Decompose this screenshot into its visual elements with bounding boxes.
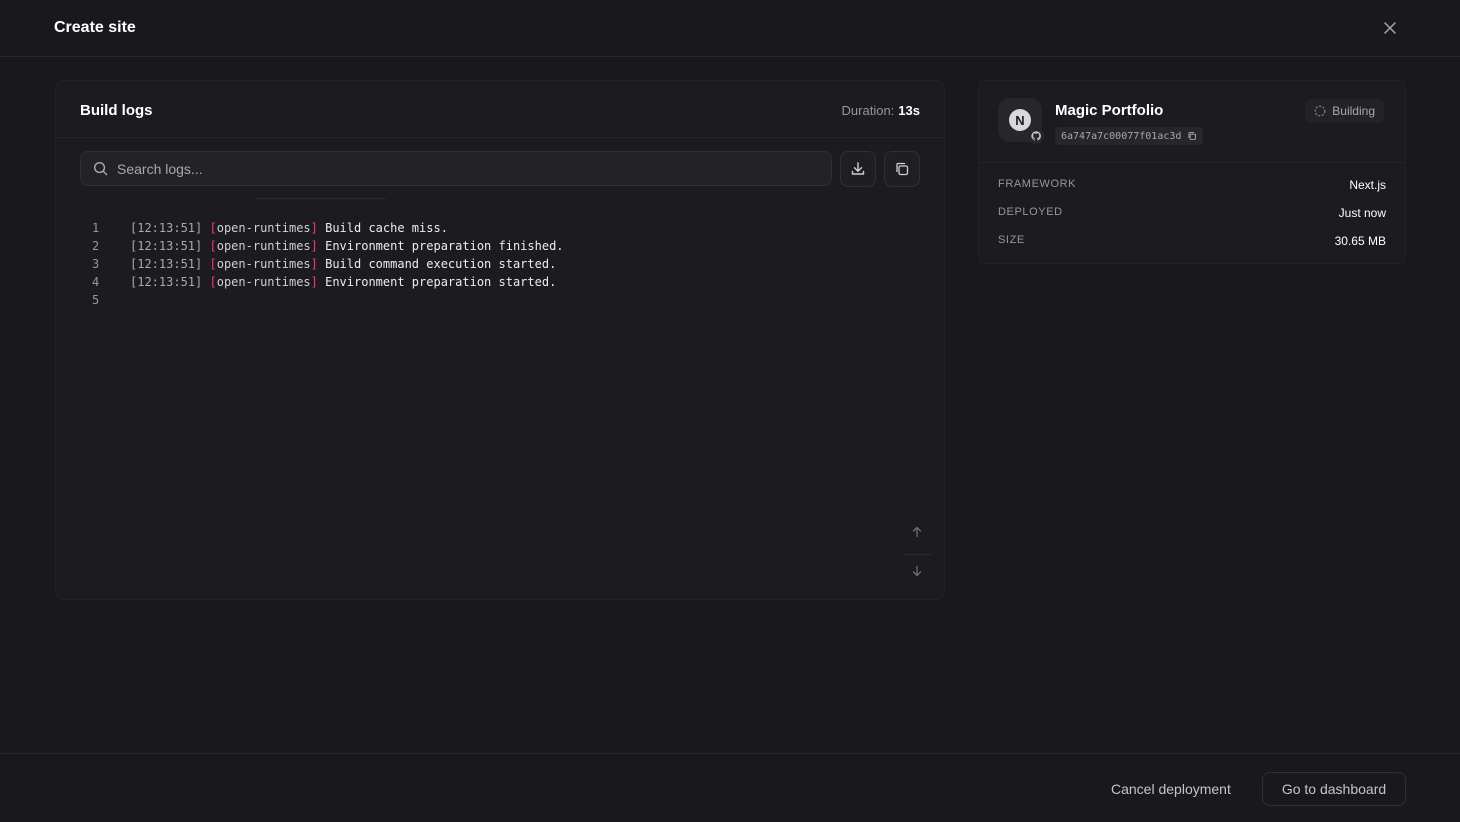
modal-title: Create site <box>54 19 136 36</box>
bracket-open: [ <box>209 257 217 271</box>
framework-avatar: N <box>998 98 1044 144</box>
nextjs-icon: N <box>1009 109 1031 131</box>
close-button[interactable] <box>1380 18 1400 38</box>
site-name: Magic Portfolio <box>1055 102 1164 119</box>
info-row-framework: FRAMEWORK Next.js <box>998 178 1386 192</box>
line-number: 5 <box>92 293 100 307</box>
log-output: 1 [12:13:51] [open-runtimes] Build cache… <box>80 219 564 309</box>
bracket-open: [ <box>209 221 217 235</box>
deployment-info-card: N Magic Portfolio 6a747a7c00077f01ac3d B… <box>978 80 1406 264</box>
close-icon <box>1384 22 1396 34</box>
info-value: Next.js <box>1349 178 1386 192</box>
divider <box>56 137 944 138</box>
scroll-bottom-button[interactable] <box>902 558 932 584</box>
copy-commit-button[interactable] <box>1187 131 1197 141</box>
search-logs-field[interactable] <box>80 151 832 186</box>
log-line: 2 [12:13:51] [open-runtimes] Environment… <box>80 237 564 255</box>
arrow-down-icon <box>912 565 922 577</box>
modal-header: Create site <box>0 0 1460 57</box>
log-message: Environment preparation started. <box>325 275 557 289</box>
bracket-close: ] <box>310 275 318 289</box>
info-value: Just now <box>1338 206 1386 220</box>
log-line: 3 [12:13:51] [open-runtimes] Build comma… <box>80 255 564 273</box>
line-number: 2 <box>92 239 100 253</box>
status-badge: Building <box>1305 99 1384 123</box>
line-number: 1 <box>92 221 100 235</box>
github-icon <box>1031 131 1041 141</box>
build-logs-card: Build logs Duration:13s 1 [12:13:51] [op… <box>55 80 945 600</box>
info-key: SIZE <box>998 234 1025 246</box>
commit-hash: 6a747a7c00077f01ac3d <box>1055 127 1204 145</box>
copy-icon <box>896 162 909 176</box>
log-source: open-runtimes <box>216 239 311 253</box>
bracket-close: ] <box>310 239 318 253</box>
info-key: DEPLOYED <box>998 206 1063 218</box>
commit-hash-text: 6a747a7c00077f01ac3d <box>1061 130 1182 142</box>
divider <box>902 554 932 555</box>
info-key: FRAMEWORK <box>998 178 1077 190</box>
log-line: 5 <box>80 291 564 309</box>
go-to-dashboard-button[interactable]: Go to dashboard <box>1262 772 1406 806</box>
scroll-top-button[interactable] <box>902 519 932 545</box>
info-row-deployed: DEPLOYED Just now <box>998 206 1386 220</box>
log-source: open-runtimes <box>216 221 311 235</box>
log-line: 4 [12:13:51] [open-runtimes] Environment… <box>80 273 564 291</box>
log-source: open-runtimes <box>216 257 311 271</box>
search-icon <box>93 161 108 176</box>
copy-logs-button[interactable] <box>884 151 920 187</box>
loading-icon <box>1314 105 1326 117</box>
modal-footer: Cancel deployment Go to dashboard <box>0 753 1460 822</box>
bracket-close: ] <box>310 257 318 271</box>
line-number: 3 <box>92 257 100 271</box>
log-timestamp: [12:13:51] <box>130 239 203 253</box>
duration-value: 13s <box>898 103 920 118</box>
download-icon <box>851 162 865 175</box>
info-row-size: SIZE 30.65 MB <box>998 234 1386 248</box>
bracket-open: [ <box>209 275 217 289</box>
log-timestamp: [12:13:51] <box>130 257 203 271</box>
arrow-up-icon <box>912 526 922 538</box>
search-logs-input[interactable] <box>117 160 797 177</box>
site-summary: N Magic Portfolio 6a747a7c00077f01ac3d B… <box>979 81 1405 163</box>
divider <box>256 198 386 199</box>
duration: Duration: 13s <box>842 103 920 118</box>
bracket-open: [ <box>209 239 217 253</box>
line-number: 4 <box>92 275 100 289</box>
log-message: Environment preparation finished. <box>325 239 564 253</box>
build-logs-title: Build logs <box>80 102 153 119</box>
status-text: Building <box>1332 104 1375 118</box>
log-timestamp: [12:13:51] <box>130 275 203 289</box>
info-value: 30.65 MB <box>1334 234 1386 248</box>
download-logs-button[interactable] <box>840 151 876 187</box>
copy-icon <box>1188 132 1197 140</box>
log-line: 1 [12:13:51] [open-runtimes] Build cache… <box>80 219 564 237</box>
log-timestamp: [12:13:51] <box>130 221 203 235</box>
log-message: Build cache miss. <box>325 221 448 235</box>
log-source: open-runtimes <box>216 275 311 289</box>
cancel-deployment-button[interactable]: Cancel deployment <box>1096 772 1246 806</box>
github-badge <box>1028 128 1044 144</box>
bracket-close: ] <box>310 221 318 235</box>
log-message: Build command execution started. <box>325 257 557 271</box>
duration-label: Duration: <box>841 103 895 118</box>
